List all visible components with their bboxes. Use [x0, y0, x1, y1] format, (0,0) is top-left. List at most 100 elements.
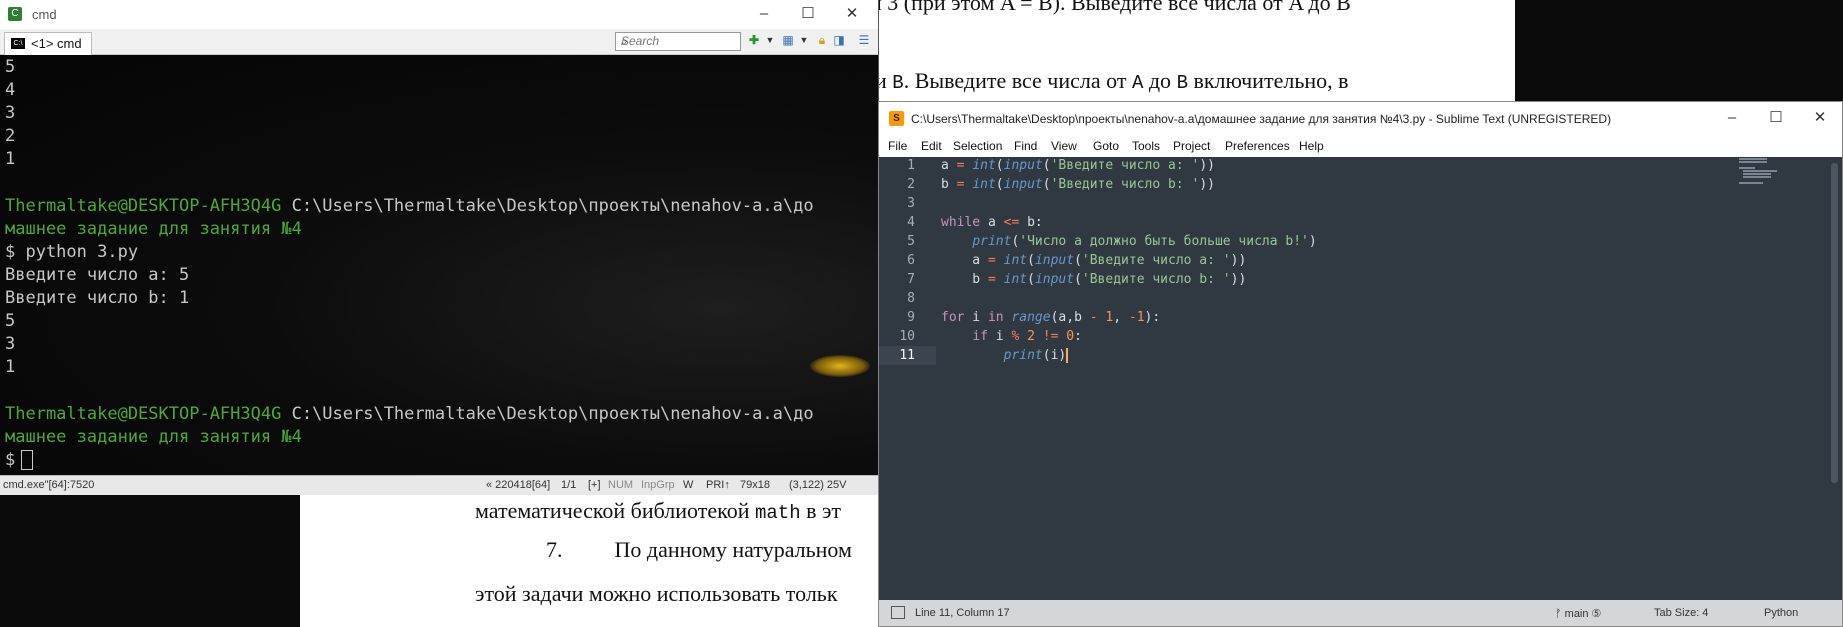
status-pri: PRI↑: [706, 479, 730, 491]
current-prompt[interactable]: $: [5, 450, 34, 470]
status-size: 79x18: [740, 479, 770, 491]
status-num: NUM: [608, 479, 634, 491]
menu-goto[interactable]: Goto: [1093, 139, 1119, 153]
close-button[interactable]: ✕: [830, 0, 874, 29]
panel-layout-icon[interactable]: ◨: [832, 33, 846, 47]
line-number: 9: [907, 310, 915, 325]
sublime-statusbar: Line 11, Column 17 ᚠ main ⑤ Tab Size: 4 …: [879, 600, 1842, 626]
new-console-icon[interactable]: ✚: [747, 33, 761, 47]
status-inpgrp: InpGrp: [641, 479, 675, 491]
minimize-button[interactable]: –: [1710, 102, 1754, 136]
conemu-app-icon: C: [8, 7, 22, 21]
cmd-window: C cmd – ☐ ✕ C:\ <1> cmd Search ⌕ ✚ ▼ ▦ ▼…: [0, 0, 879, 495]
tab-cmd[interactable]: C:\ <1> cmd: [4, 32, 92, 55]
code-line: print('Число a должно быть больше числа …: [972, 234, 1317, 249]
prompt-path-continued: машнее задание для занятия №4: [5, 427, 302, 447]
status-plus: [+]: [588, 479, 601, 491]
prompt-line: Thermaltake@DESKTOP-AFH3Q4G C:\Users\The…: [5, 404, 814, 424]
terminal-output[interactable]: 5 4 3 2 1 Thermaltake@DESKTOP-AFH3Q4G C:…: [0, 55, 878, 475]
menu-tools[interactable]: Tools: [1132, 139, 1160, 153]
terminal-line: 1: [5, 149, 16, 169]
search-input[interactable]: Search ⌕: [615, 32, 741, 51]
terminal-line: 3: [5, 103, 16, 123]
search-icon[interactable]: ⌕: [621, 34, 737, 49]
terminal-line: 2: [5, 126, 16, 146]
menu-help[interactable]: Help: [1299, 139, 1324, 153]
menu-bar: File Edit Selection Find View Goto Tools…: [879, 136, 1842, 157]
prompt-user: Thermaltake@DESKTOP-AFH3Q4G: [5, 404, 282, 424]
menu-find[interactable]: Find: [1014, 139, 1037, 153]
terminal-line: 3: [5, 334, 16, 354]
code-line: b = int(input('Введите число b: ')): [941, 272, 1247, 287]
sublime-titlebar[interactable]: S C:\Users\Thermaltake\Desktop\проекты\n…: [879, 102, 1842, 136]
terminal-line: 4: [5, 80, 16, 100]
menu-file[interactable]: File: [888, 139, 907, 153]
line-number: 7: [907, 272, 915, 287]
line-number: 4: [907, 215, 915, 230]
menu-edit[interactable]: Edit: [921, 139, 942, 153]
code-line: b = int(input('Введите число b: ')): [941, 177, 1215, 192]
text-cursor: [21, 450, 34, 470]
tab-cmd-label: <1> cmd: [31, 36, 82, 51]
line-number: 11: [899, 348, 915, 363]
doc-line-2: и B. Выведите все числа от A до B включи…: [875, 68, 1349, 94]
cmd-titlebar[interactable]: C cmd – ☐ ✕: [0, 0, 878, 29]
new-console-dropdown-icon[interactable]: ▼: [763, 33, 777, 47]
git-branch[interactable]: ᚠ main ⑤: [1555, 607, 1601, 620]
prompt-dollar: $: [5, 450, 16, 470]
text-caret: [1066, 348, 1069, 363]
menu-view[interactable]: View: [1051, 139, 1077, 153]
panel-toggle-icon[interactable]: [891, 606, 905, 619]
line-number-gutter: 1 2 3 4 5 6 7 8 9 10 11: [879, 157, 936, 600]
line-number: 1: [907, 158, 915, 173]
prompt-path-continued: машнее задание для занятия №4: [5, 219, 302, 239]
prompt-line: Thermaltake@DESKTOP-AFH3Q4G C:\Users\The…: [5, 196, 814, 216]
sublime-window-title: C:\Users\Thermaltake\Desktop\проекты\nen…: [911, 112, 1612, 126]
status-pages: 1/1: [561, 479, 577, 491]
menu-project[interactable]: Project: [1173, 139, 1210, 153]
maximize-button[interactable]: ☐: [1754, 102, 1798, 136]
doc-line-5: этой задачи можно использовать тольк: [475, 581, 838, 606]
doc-line-4: 7. По данному натуральном: [546, 537, 852, 562]
lock-icon[interactable]: 🔒︎: [815, 33, 829, 47]
cmd-window-title: cmd: [32, 7, 57, 22]
line-number: 8: [907, 291, 915, 306]
status-cursor: (3,122) 25V: [789, 479, 847, 491]
process-info: cmd.exe"[64]:7520: [3, 479, 95, 491]
cursor-position: Line 11, Column 17: [915, 607, 1010, 619]
minimize-button[interactable]: –: [742, 0, 786, 29]
maximize-button[interactable]: ☐: [786, 0, 830, 29]
menu-preferences[interactable]: Preferences: [1225, 139, 1290, 153]
split-view-icon[interactable]: ▦: [781, 33, 795, 47]
terminal-line: 1: [5, 357, 16, 377]
code-editor[interactable]: 1 2 3 4 5 6 7 8 9 10 11 a = int(input('В…: [879, 157, 1842, 600]
terminal-line: Введите число b: 1: [5, 288, 190, 308]
doc-line-3: математической библиотекой math в эт: [475, 498, 842, 524]
line-number: 10: [899, 329, 915, 344]
prompt-path: C:\Users\Thermaltake\Desktop\проекты\nen…: [281, 196, 814, 216]
syntax-mode[interactable]: Python: [1764, 607, 1798, 619]
console-icon: C:\: [11, 38, 25, 49]
command-line: $ python 3.py: [5, 242, 139, 262]
menu-icon[interactable]: ☰: [857, 33, 871, 47]
code-line: for i in range(a,b - 1, -1):: [941, 310, 1161, 325]
cmd-statusbar: cmd.exe"[64]:7520 « 220418[64] 1/1 [+] N…: [0, 475, 878, 495]
code-line: a = int(input('Введите число a: ')): [941, 253, 1247, 268]
tab-size[interactable]: Tab Size: 4: [1654, 607, 1708, 619]
minimap[interactable]: [1739, 157, 1794, 187]
vertical-scrollbar[interactable]: [1831, 163, 1838, 483]
code-line: print(i): [1003, 348, 1069, 363]
background-eye-glint: [810, 355, 870, 377]
code-line: a = int(input('Введите число a: ')): [941, 158, 1215, 173]
line-number: 3: [907, 196, 915, 211]
sublime-window: S C:\Users\Thermaltake\Desktop\проекты\n…: [878, 101, 1843, 627]
status-w: W: [683, 479, 694, 491]
close-button[interactable]: ✕: [1798, 102, 1842, 136]
menu-selection[interactable]: Selection: [953, 139, 1002, 153]
code-line: while a <= b:: [941, 215, 1043, 230]
terminal-line: 5: [5, 311, 16, 331]
prompt-user: Thermaltake@DESKTOP-AFH3Q4G: [5, 196, 282, 216]
line-number: 2: [907, 177, 915, 192]
split-dropdown-icon[interactable]: ▼: [797, 33, 811, 47]
status-info[interactable]: « 220418[64]: [486, 479, 550, 491]
